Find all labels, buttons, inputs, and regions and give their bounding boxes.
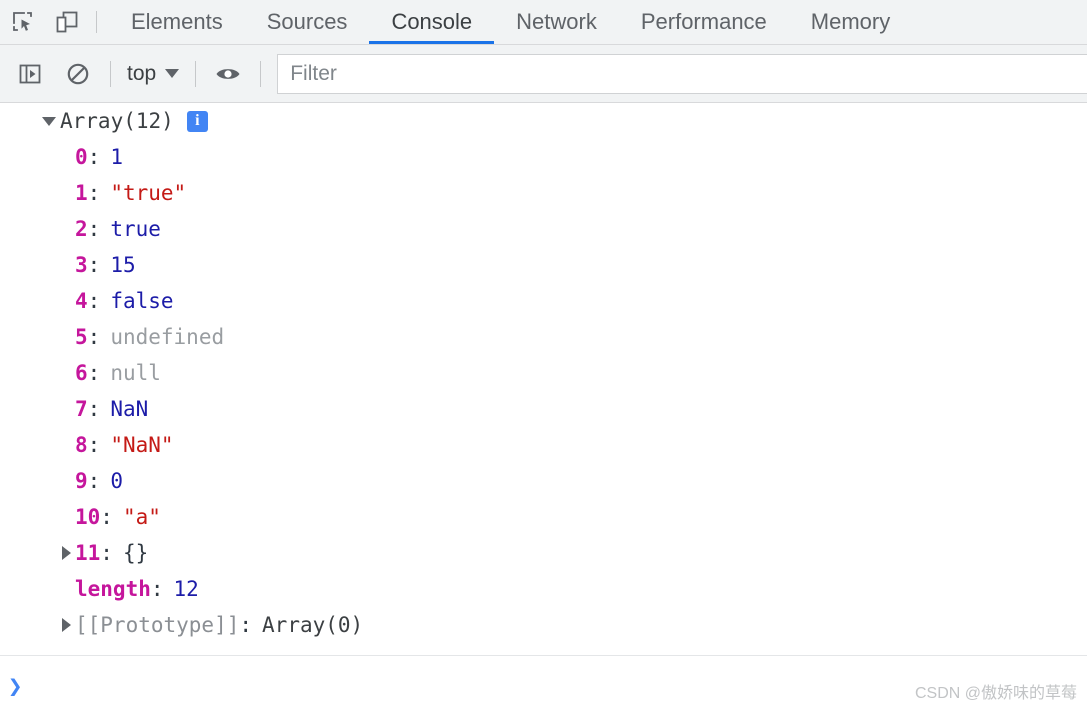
property-value: undefined bbox=[110, 325, 225, 349]
tab-performance-label: Performance bbox=[640, 9, 767, 34]
expand-triangle-closed-icon[interactable] bbox=[57, 546, 75, 560]
property-key: 4 bbox=[75, 289, 88, 313]
tab-elements-label: Elements bbox=[131, 9, 223, 34]
property-key: 7 bbox=[75, 397, 88, 421]
property-colon: : bbox=[87, 217, 101, 241]
table-row[interactable]: 11: {} bbox=[0, 535, 1087, 571]
property-value: 15 bbox=[110, 253, 136, 277]
property-colon: : bbox=[87, 181, 101, 205]
table-row[interactable]: 6: null bbox=[0, 355, 1087, 391]
property-value: "a" bbox=[122, 505, 161, 529]
property-value: 0 bbox=[110, 469, 123, 493]
property-value: Array(0) bbox=[262, 613, 364, 637]
property-key: 5 bbox=[75, 325, 88, 349]
property-key: 0 bbox=[75, 145, 88, 169]
property-key: 10 bbox=[75, 505, 101, 529]
property-key: 3 bbox=[75, 253, 88, 277]
table-row[interactable]: 7: NaN bbox=[0, 391, 1087, 427]
property-colon: : bbox=[100, 541, 113, 565]
toolbar-divider-1 bbox=[110, 60, 111, 87]
property-colon: : bbox=[100, 505, 113, 529]
property-value: NaN bbox=[110, 397, 149, 421]
property-value: 1 bbox=[110, 145, 123, 169]
tab-console-label: Console bbox=[391, 9, 473, 34]
property-colon: : bbox=[239, 613, 253, 637]
table-row[interactable]: 1: "true" bbox=[0, 175, 1087, 211]
execution-context-selector[interactable]: top bbox=[119, 62, 187, 86]
table-row[interactable]: 2: true bbox=[0, 211, 1087, 247]
tabbar-icon-group bbox=[0, 0, 82, 44]
array-root-label: Array(12) bbox=[60, 109, 174, 133]
property-value: true bbox=[110, 217, 161, 241]
property-value: null bbox=[110, 361, 161, 385]
property-colon: : bbox=[87, 469, 101, 493]
toolbar-divider-3 bbox=[260, 60, 262, 87]
tab-memory-label: Memory bbox=[810, 9, 891, 34]
prompt-chevron-icon: ❯ bbox=[8, 671, 23, 700]
expand-triangle-closed-icon[interactable] bbox=[57, 618, 75, 632]
console-output: Array(12) i 0:1 1: "true" 2: true 3:15 4:f… bbox=[0, 103, 1087, 655]
property-key: 6 bbox=[75, 361, 88, 385]
tabbar-divider bbox=[96, 11, 97, 33]
table-row[interactable]: 9:0 bbox=[0, 463, 1087, 499]
property-key: 9 bbox=[75, 469, 88, 493]
property-key: 11 bbox=[75, 541, 101, 565]
property-colon: : bbox=[87, 361, 101, 385]
tab-performance[interactable]: Performance bbox=[619, 0, 789, 44]
devtools-tabs: Elements Sources Console Network Perform… bbox=[109, 0, 1087, 44]
tab-network-label: Network bbox=[516, 9, 597, 34]
table-row[interactable]: length:12 bbox=[0, 571, 1087, 607]
property-key-length: length bbox=[75, 577, 151, 601]
property-value: "true" bbox=[110, 181, 187, 205]
property-colon: : bbox=[87, 145, 101, 169]
property-key-prototype: [[Prototype]] bbox=[75, 613, 240, 637]
property-colon: : bbox=[87, 397, 101, 421]
property-value: 12 bbox=[173, 577, 199, 601]
property-value: "NaN" bbox=[110, 433, 174, 457]
property-colon: : bbox=[150, 577, 164, 601]
tab-elements[interactable]: Elements bbox=[109, 0, 245, 44]
toolbar-divider-2 bbox=[195, 60, 197, 87]
property-colon: : bbox=[87, 433, 101, 457]
tab-console[interactable]: Console bbox=[369, 0, 494, 44]
table-row[interactable]: [[Prototype]]: Array(0) bbox=[0, 607, 1087, 643]
expand-triangle-open-icon[interactable] bbox=[40, 116, 58, 126]
eye-icon[interactable] bbox=[211, 57, 245, 91]
devtools-tabbar: Elements Sources Console Network Perform… bbox=[0, 0, 1087, 45]
tab-sources[interactable]: Sources bbox=[245, 0, 370, 44]
clear-console-icon[interactable] bbox=[61, 57, 95, 91]
table-row[interactable]: 10: "a" bbox=[0, 499, 1087, 535]
property-colon: : bbox=[87, 253, 101, 277]
table-row[interactable]: 8: "NaN" bbox=[0, 427, 1087, 463]
table-row[interactable]: 5: undefined bbox=[0, 319, 1087, 355]
device-toolbar-icon[interactable] bbox=[52, 7, 82, 37]
execution-context-value: top bbox=[127, 61, 157, 85]
watermark: CSDN @傲娇味的草莓 bbox=[914, 685, 1077, 702]
table-row[interactable]: 0:1 bbox=[0, 139, 1087, 175]
console-sidebar-icon[interactable] bbox=[13, 57, 47, 91]
property-key: 2 bbox=[75, 217, 88, 241]
chevron-down-icon bbox=[165, 69, 180, 78]
table-row[interactable]: 3:15 bbox=[0, 247, 1087, 283]
property-colon: : bbox=[87, 289, 101, 313]
property-value: false bbox=[110, 289, 174, 313]
inspect-element-icon[interactable] bbox=[8, 7, 38, 37]
tab-memory[interactable]: Memory bbox=[789, 0, 912, 44]
tab-sources-label: Sources bbox=[266, 9, 348, 34]
tab-network[interactable]: Network bbox=[494, 0, 619, 44]
property-value: {} bbox=[122, 541, 149, 565]
table-row[interactable]: 4: false bbox=[0, 283, 1087, 319]
property-key: 8 bbox=[75, 433, 88, 457]
info-badge-icon[interactable]: i bbox=[186, 110, 208, 132]
console-toolbar: top bbox=[0, 45, 1087, 103]
property-colon: : bbox=[87, 325, 101, 349]
filter-input[interactable] bbox=[277, 53, 1087, 94]
property-key: 1 bbox=[75, 181, 88, 205]
array-root-row[interactable]: Array(12) i bbox=[0, 103, 1087, 139]
